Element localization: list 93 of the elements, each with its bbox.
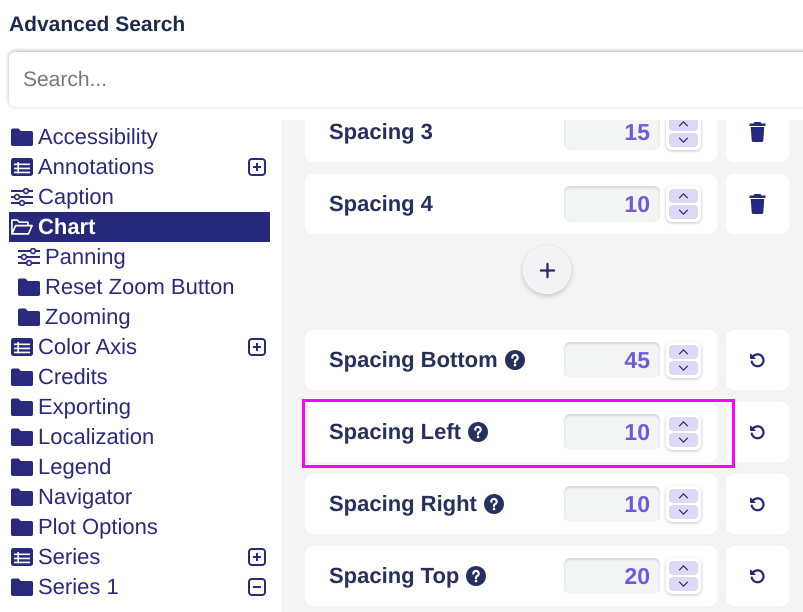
rotate-left-icon — [749, 350, 766, 370]
sidebar-item[interactable]: Plot Options — [9, 512, 270, 542]
increment-button[interactable] — [669, 417, 698, 431]
sidebar-item[interactable]: Zooming — [16, 302, 270, 332]
reset-button[interactable] — [726, 402, 789, 462]
sliders-icon — [11, 188, 33, 206]
chevron-down-icon — [678, 209, 689, 215]
decrement-button[interactable] — [669, 505, 698, 519]
number-field[interactable]: 10 — [564, 486, 660, 522]
help-icon[interactable] — [466, 566, 486, 586]
minus-square-icon[interactable] — [248, 578, 266, 596]
decrement-button[interactable] — [669, 133, 698, 147]
sidebar-item[interactable]: Legend — [9, 452, 270, 482]
increment-button[interactable] — [669, 561, 698, 575]
sidebar-item[interactable]: Credits — [9, 362, 270, 392]
decrement-button[interactable] — [669, 433, 698, 447]
reset-button[interactable] — [726, 330, 789, 390]
chevron-up-icon — [678, 349, 689, 355]
plus-icon — [538, 262, 556, 278]
setting-label: Spacing 4 — [329, 191, 433, 217]
sidebar-item[interactable]: Color Axis — [9, 332, 248, 362]
sidebar-item[interactable]: Series 1 — [9, 572, 248, 602]
folder-icon — [11, 518, 33, 536]
table-icon — [11, 338, 33, 356]
decrement-button[interactable] — [669, 205, 698, 219]
help-icon[interactable] — [504, 350, 525, 370]
decrement-button[interactable] — [669, 577, 698, 591]
trash-icon — [749, 194, 766, 214]
open-folder-icon — [11, 218, 33, 236]
sidebar-item[interactable]: Navigator — [9, 482, 270, 512]
page-title: Advanced Search — [9, 12, 186, 38]
number-field[interactable]: 15 — [564, 120, 660, 150]
number-field[interactable]: 10 — [564, 414, 660, 450]
chevron-up-icon — [678, 121, 689, 127]
folder-icon — [11, 458, 33, 476]
sidebar-item[interactable]: Reset Zoom Button — [16, 272, 270, 302]
folder-icon — [11, 368, 33, 386]
sidebar-item[interactable]: Series — [9, 542, 248, 572]
increment-button[interactable] — [669, 189, 698, 203]
setting-label: Spacing Right — [329, 491, 477, 517]
increment-button[interactable] — [669, 345, 698, 359]
rotate-left-icon — [749, 422, 766, 442]
folder-icon — [11, 488, 33, 506]
increment-button[interactable] — [669, 489, 698, 503]
delete-button[interactable] — [726, 174, 789, 234]
chevron-down-icon — [678, 509, 689, 515]
decrement-button[interactable] — [669, 361, 698, 375]
sidebar-item[interactable]: Localization — [9, 422, 270, 452]
stepper[interactable] — [666, 120, 701, 150]
add-button[interactable] — [523, 246, 571, 294]
chevron-down-icon — [678, 137, 689, 143]
chevron-up-icon — [678, 565, 689, 571]
sliders-icon — [18, 248, 40, 266]
folder-icon — [11, 578, 33, 596]
increment-button[interactable] — [669, 120, 698, 131]
folder-icon — [11, 428, 33, 446]
chevron-down-icon — [678, 365, 689, 371]
folder-icon — [18, 278, 40, 296]
search-field[interactable]: Search... — [9, 52, 803, 107]
reset-button[interactable] — [726, 546, 789, 606]
rotate-left-icon — [749, 566, 766, 586]
folder-icon — [11, 398, 33, 416]
sidebar-item[interactable]: Caption — [9, 182, 270, 212]
setting-label: Spacing 3 — [329, 120, 433, 145]
chevron-down-icon — [678, 581, 689, 587]
sidebar-item[interactable]: Chart — [9, 212, 270, 242]
setting-label: Spacing Bottom — [329, 347, 498, 373]
delete-button[interactable] — [726, 120, 789, 162]
plus-square-icon[interactable] — [248, 158, 266, 176]
sidebar-item[interactable]: Panning — [16, 242, 270, 272]
sidebar-item[interactable]: Exporting — [9, 392, 270, 422]
setting-label: Spacing Top — [329, 563, 460, 589]
help-icon[interactable] — [484, 494, 504, 514]
sidebar-item[interactable]: Annotations — [9, 152, 248, 182]
reset-button[interactable] — [726, 474, 789, 534]
setting-label: Spacing Left — [329, 419, 462, 445]
folder-icon — [18, 308, 40, 326]
number-field[interactable]: 45 — [564, 342, 660, 378]
chevron-up-icon — [678, 493, 689, 499]
number-field[interactable]: 10 — [564, 186, 660, 222]
trash-icon — [749, 122, 766, 142]
chevron-down-icon — [678, 437, 689, 443]
chevron-up-icon — [678, 421, 689, 427]
table-icon — [11, 158, 33, 176]
plus-square-icon[interactable] — [248, 548, 266, 566]
table-icon — [11, 548, 33, 566]
chevron-up-icon — [678, 193, 689, 199]
help-icon[interactable] — [468, 422, 488, 442]
rotate-left-icon — [749, 494, 766, 514]
number-field[interactable]: 20 — [564, 558, 660, 594]
plus-square-icon[interactable] — [248, 338, 266, 356]
folder-icon — [11, 128, 33, 146]
sidebar-item[interactable]: Accessibility — [9, 122, 270, 152]
